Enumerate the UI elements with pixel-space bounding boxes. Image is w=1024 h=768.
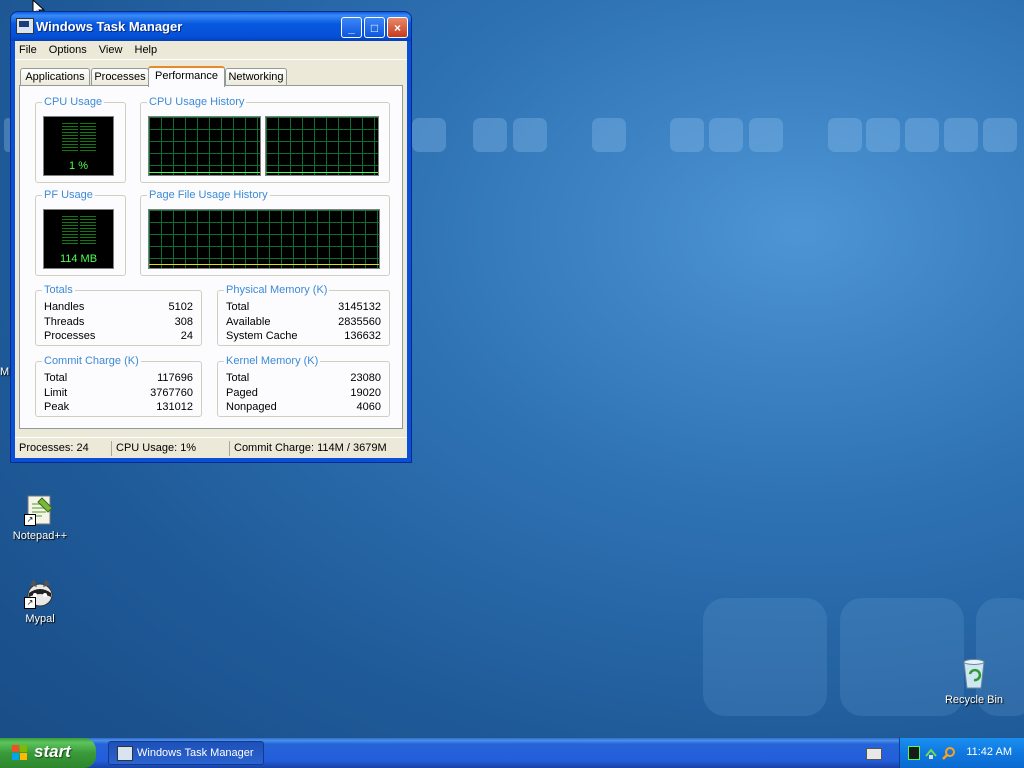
start-label: start bbox=[34, 742, 71, 761]
task-manager-icon bbox=[117, 746, 133, 761]
cpu-usage-group: CPU Usage 1 % bbox=[35, 96, 126, 183]
network-icon[interactable] bbox=[924, 746, 938, 760]
stat-row: Limit 3767760 bbox=[44, 387, 193, 399]
performance-panel: CPU Usage 1 % CPU Usage History PF Usage… bbox=[19, 85, 403, 429]
recycle-bin-icon bbox=[958, 658, 990, 690]
notepadpp-icon: ↗ bbox=[24, 494, 56, 526]
window-title: Windows Task Manager bbox=[36, 19, 183, 34]
close-button[interactable]: × bbox=[387, 17, 408, 38]
taskbar-button-task-manager[interactable]: Windows Task Manager bbox=[108, 741, 264, 765]
pf-history-group: Page File Usage History bbox=[140, 189, 390, 276]
stat-row: Peak 131012 bbox=[44, 401, 193, 413]
title-bar[interactable]: Windows Task Manager _ □ × bbox=[11, 12, 411, 41]
stat-row: Threads 308 bbox=[44, 316, 193, 328]
physical-memory-group: Physical Memory (K) Total 3145132 Availab… bbox=[217, 284, 390, 346]
group-label: Kernel Memory (K) bbox=[224, 355, 321, 367]
group-label: CPU Usage History bbox=[147, 96, 247, 108]
task-manager-window: Windows Task Manager _ □ × File Options … bbox=[11, 12, 411, 462]
group-label: Page File Usage History bbox=[147, 189, 270, 201]
menu-view[interactable]: View bbox=[95, 41, 128, 56]
menu-bar: File Options View Help bbox=[15, 41, 407, 60]
task-manager-tray-icon[interactable] bbox=[908, 746, 920, 760]
pf-usage-value: 114 MB bbox=[59, 253, 98, 265]
pf-usage-group: PF Usage 114 MB bbox=[35, 189, 126, 276]
menu-options[interactable]: Options bbox=[45, 41, 92, 56]
stat-row: Handles 5102 bbox=[44, 301, 193, 313]
status-bar: Processes: 24 CPU Usage: 1% Commit Charg… bbox=[15, 437, 407, 458]
tab-networking[interactable]: Networking bbox=[225, 68, 287, 86]
group-label: Commit Charge (K) bbox=[42, 355, 141, 367]
status-processes: Processes: 24 bbox=[19, 442, 89, 454]
mypal-icon: ↗ bbox=[24, 577, 56, 609]
desktop-icon-label: Notepad++ bbox=[12, 530, 68, 542]
menu-file[interactable]: File bbox=[15, 41, 42, 56]
group-label: Physical Memory (K) bbox=[224, 284, 330, 296]
desktop-icon-label: Recycle Bin bbox=[944, 694, 1004, 706]
stat-row: Available 2835560 bbox=[226, 316, 381, 328]
tab-processes[interactable]: Processes bbox=[91, 68, 149, 86]
cpu-history-graph-core2 bbox=[265, 116, 379, 176]
menu-help[interactable]: Help bbox=[131, 41, 163, 56]
stat-row: Processes 24 bbox=[44, 330, 193, 342]
kernel-memory-group: Kernel Memory (K) Total 23080 Paged 19020 … bbox=[217, 355, 390, 417]
cpu-usage-meter: 1 % bbox=[43, 116, 114, 176]
pf-history-graph bbox=[148, 209, 380, 269]
taskbar: start Windows Task Manager 11:42 AM bbox=[0, 738, 1024, 768]
start-button[interactable]: start bbox=[0, 738, 96, 768]
desktop-icon-mypal[interactable]: ↗ Mypal bbox=[0, 577, 80, 625]
cpu-usage-value: 1 % bbox=[69, 160, 88, 172]
totals-group: Totals Handles 5102 Threads 308 Processes 2… bbox=[35, 284, 202, 346]
pf-usage-meter: 114 MB bbox=[43, 209, 114, 269]
cpu-history-graph-core1 bbox=[148, 116, 261, 176]
clock[interactable]: 11:42 AM bbox=[966, 746, 1012, 758]
keyboard-layout-icon[interactable] bbox=[866, 748, 882, 760]
offscreen-icon-label: M bbox=[0, 366, 10, 378]
minimize-button[interactable]: _ bbox=[341, 17, 362, 38]
stat-row: System Cache 136632 bbox=[226, 330, 381, 342]
commit-charge-group: Commit Charge (K) Total 117696 Limit 37677… bbox=[35, 355, 202, 417]
windows-flag-icon bbox=[12, 745, 28, 761]
cpu-history-group: CPU Usage History bbox=[140, 96, 390, 183]
system-tray: 11:42 AM bbox=[899, 738, 1024, 768]
tab-performance[interactable]: Performance bbox=[148, 66, 225, 87]
desktop-icon-recycle-bin[interactable]: Recycle Bin bbox=[934, 658, 1014, 706]
search-icon[interactable] bbox=[942, 746, 956, 760]
desktop-icon-label: Mypal bbox=[25, 613, 55, 625]
stat-row: Paged 19020 bbox=[226, 387, 381, 399]
maximize-button[interactable]: □ bbox=[364, 17, 385, 38]
desktop-decoration bbox=[703, 598, 827, 716]
group-label: CPU Usage bbox=[42, 96, 105, 108]
stat-row: Total 23080 bbox=[226, 372, 381, 384]
stat-row: Total 117696 bbox=[44, 372, 193, 384]
taskbar-button-label: Windows Task Manager bbox=[137, 747, 254, 759]
status-cpu-usage: CPU Usage: 1% bbox=[111, 441, 229, 456]
tab-applications[interactable]: Applications bbox=[20, 68, 90, 86]
group-label: Totals bbox=[42, 284, 75, 296]
stat-row: Total 3145132 bbox=[226, 301, 381, 313]
stat-row: Nonpaged 4060 bbox=[226, 401, 381, 413]
desktop-icon-notepadpp[interactable]: ↗ Notepad++ bbox=[0, 494, 80, 542]
group-label: PF Usage bbox=[42, 189, 95, 201]
status-commit-charge: Commit Charge: 114M / 3679M bbox=[229, 441, 407, 456]
window-client-area: File Options View Help Applications Proc… bbox=[15, 41, 407, 458]
task-manager-app-icon[interactable] bbox=[16, 18, 34, 34]
